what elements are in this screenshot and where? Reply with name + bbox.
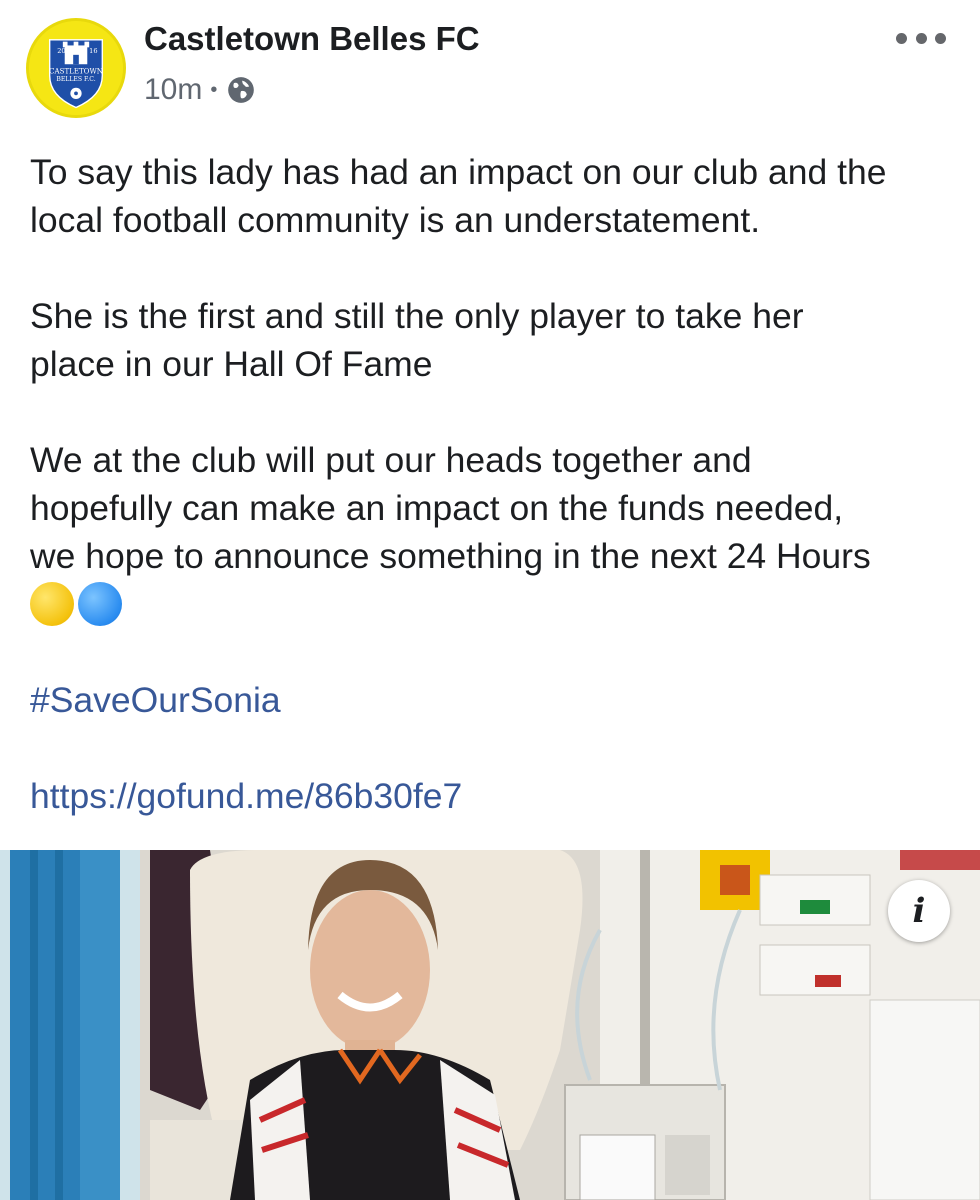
post-header: 20 16 CASTLETOWN BELLES F.C. Castletown … xyxy=(0,0,980,130)
paragraph-line: To say this lady has had an impact on ou… xyxy=(30,152,887,192)
badge-line-2: BELLES F.C. xyxy=(56,76,95,83)
page-name[interactable]: Castletown Belles FC xyxy=(144,20,480,58)
blue-circle-emoji xyxy=(78,582,122,626)
globe-icon[interactable] xyxy=(227,76,255,104)
paragraph-line: We at the club will put our heads togeth… xyxy=(30,440,752,480)
hospital-photo-illustration xyxy=(0,850,980,1200)
badge-year-right: 16 xyxy=(89,47,97,55)
club-badge-logo: 20 16 CASTLETOWN BELLES F.C. xyxy=(29,21,123,115)
paragraph-line: hopefully can make an impact on the fund… xyxy=(30,488,844,528)
yellow-circle-emoji xyxy=(30,582,74,626)
post-photo[interactable] xyxy=(0,850,980,1200)
info-icon[interactable]: i xyxy=(888,880,950,942)
badge-line-1: CASTLETOWN xyxy=(49,67,103,76)
post-timestamp[interactable]: 10m xyxy=(144,73,202,107)
post-meta: 10m • xyxy=(144,72,255,108)
paragraph-line: we hope to announce something in the nex… xyxy=(30,536,871,576)
hashtag-link[interactable]: #SaveOurSonia xyxy=(30,676,960,724)
emoji-row xyxy=(30,580,960,628)
paragraph-line: place in our Hall Of Fame xyxy=(30,344,433,384)
gofundme-link[interactable]: https://gofund.me/86b30fe7 xyxy=(30,772,960,820)
meta-separator: • xyxy=(210,78,218,101)
page-avatar[interactable]: 20 16 CASTLETOWN BELLES F.C. xyxy=(26,18,126,118)
more-options-icon[interactable] xyxy=(896,28,946,48)
post-body: To say this lady has had an impact on ou… xyxy=(30,148,960,820)
badge-year-left: 20 xyxy=(57,47,65,55)
paragraph-line: She is the first and still the only play… xyxy=(30,296,804,336)
paragraph-line: local football community is an understat… xyxy=(30,200,761,240)
